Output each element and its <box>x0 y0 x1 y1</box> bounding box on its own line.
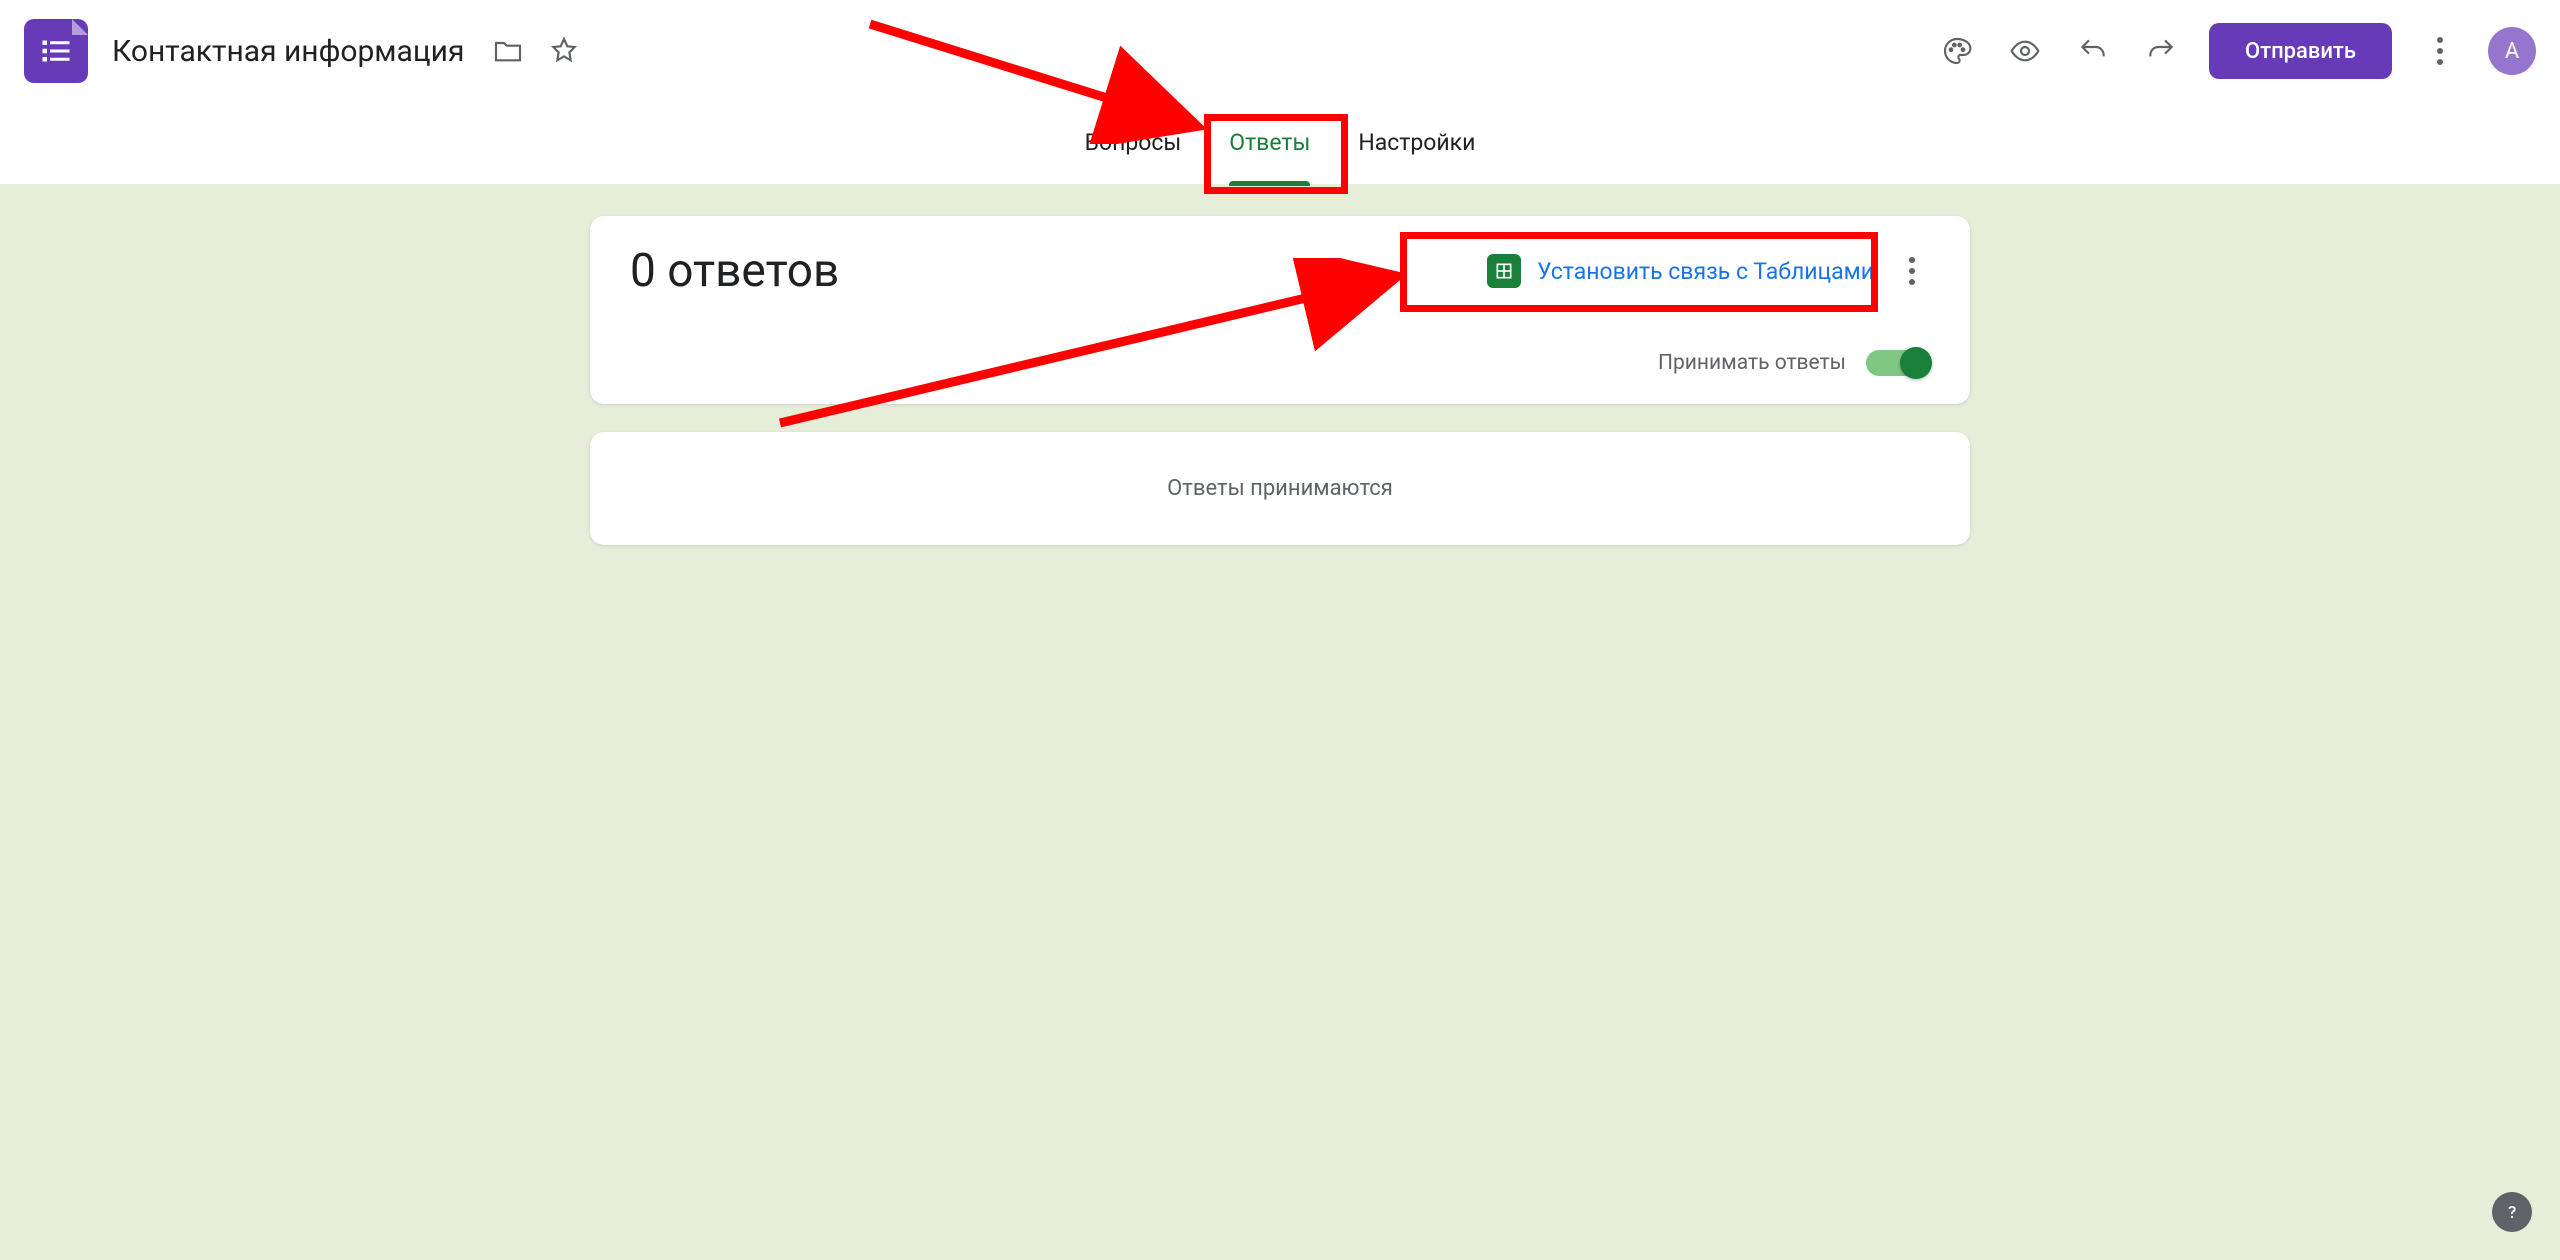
toggle-knob <box>1900 347 1932 379</box>
folder-icon <box>492 35 524 67</box>
tabs-bar: Вопросы Ответы Настройки <box>0 102 2560 184</box>
tab-settings[interactable]: Настройки <box>1358 121 1475 164</box>
responses-card-menu[interactable] <box>1894 253 1930 289</box>
accepting-responses-label: Принимать ответы <box>1658 351 1846 375</box>
send-button[interactable]: Отправить <box>2209 23 2392 79</box>
account-avatar[interactable]: A <box>2488 27 2536 75</box>
undo-button[interactable] <box>2073 31 2113 71</box>
accepting-responses-toggle[interactable] <box>1866 350 1930 376</box>
tab-questions[interactable]: Вопросы <box>1085 121 1182 164</box>
sheets-link-label: Установить связь с Таблицами <box>1537 258 1874 285</box>
link-to-sheets-button[interactable]: Установить связь с Таблицами <box>1487 254 1874 288</box>
redo-button[interactable] <box>2141 31 2181 71</box>
status-card: Ответы принимаются <box>590 432 1970 545</box>
responses-count: 0 ответов <box>630 244 839 298</box>
more-button[interactable] <box>2420 31 2460 71</box>
palette-icon <box>1941 35 1973 67</box>
help-button[interactable] <box>2492 1192 2532 1232</box>
app-header: Контактная информация <box>0 0 2560 102</box>
doc-title[interactable]: Контактная информация <box>112 34 464 69</box>
canvas-area: 0 ответов Установить связь с Таблицами <box>0 184 2560 1260</box>
status-text: Ответы принимаются <box>590 476 1970 501</box>
star-icon <box>548 35 580 67</box>
responses-card: 0 ответов Установить связь с Таблицами <box>590 216 1970 404</box>
sheets-icon <box>1487 254 1521 288</box>
undo-icon <box>2077 35 2109 67</box>
star-button[interactable] <box>544 31 584 71</box>
move-to-folder-button[interactable] <box>488 31 528 71</box>
help-icon <box>2501 1201 2523 1223</box>
tab-responses[interactable]: Ответы <box>1229 121 1310 164</box>
forms-app-icon[interactable] <box>24 19 88 83</box>
eye-icon <box>2009 35 2041 67</box>
list-icon <box>38 33 74 69</box>
preview-button[interactable] <box>2005 31 2045 71</box>
redo-icon <box>2145 35 2177 67</box>
theme-button[interactable] <box>1937 31 1977 71</box>
